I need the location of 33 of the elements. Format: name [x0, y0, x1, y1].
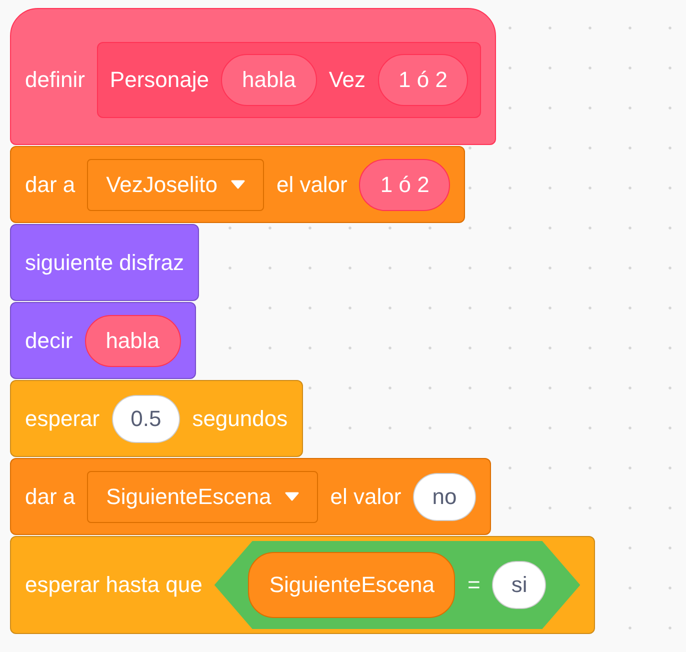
looks-block[interactable]: siguiente disfraz	[10, 224, 199, 301]
argument-reporter[interactable]: habla	[84, 314, 181, 366]
block-label: el valor	[276, 172, 348, 198]
value-input[interactable]: 0.5	[112, 394, 180, 442]
variable-reporter[interactable]: SiguienteEscena	[248, 552, 456, 618]
equals-operator[interactable]: SiguienteEscena = si	[214, 541, 580, 629]
wait-block[interactable]: esperar 0.5 segundos	[10, 380, 303, 457]
value-input[interactable]: si	[492, 561, 546, 609]
set-variable-block[interactable]: dar a SiguienteEscena el valor no	[10, 458, 491, 535]
block-label: =	[467, 572, 480, 598]
set-variable-block[interactable]: dar a VezJoselito el valor 1 ó 2	[10, 146, 466, 223]
caret-icon	[285, 492, 300, 501]
block-label: el valor	[330, 484, 402, 510]
block-label: decir	[25, 328, 73, 354]
variable-dropdown[interactable]: SiguienteEscena	[87, 470, 318, 522]
wait-block[interactable]: esperar hasta que SiguienteEscena = si	[10, 536, 596, 634]
variable-dropdown[interactable]: VezJoselito	[87, 158, 264, 210]
block-label: esperar hasta que	[25, 572, 202, 598]
value-input[interactable]: no	[413, 472, 476, 520]
block-label: Vez	[328, 66, 366, 92]
block-label: dar a	[25, 484, 76, 510]
block-label: siguiente disfraz	[25, 250, 184, 276]
argument-reporter[interactable]: habla	[221, 54, 317, 106]
looks-block[interactable]: decir habla	[10, 302, 196, 379]
block-label: definir	[25, 66, 85, 92]
block-label: dar a	[25, 172, 76, 198]
caret-icon	[231, 180, 246, 189]
define-block[interactable]: definir Personaje habla Vez 1 ó 2	[10, 8, 496, 145]
argument-reporter[interactable]: 1 ó 2	[378, 54, 468, 106]
block-label: Personaje	[110, 66, 209, 92]
block-label: esperar	[25, 406, 100, 432]
argument-reporter[interactable]: 1 ó 2	[359, 158, 450, 210]
block-label: segundos	[192, 406, 288, 432]
